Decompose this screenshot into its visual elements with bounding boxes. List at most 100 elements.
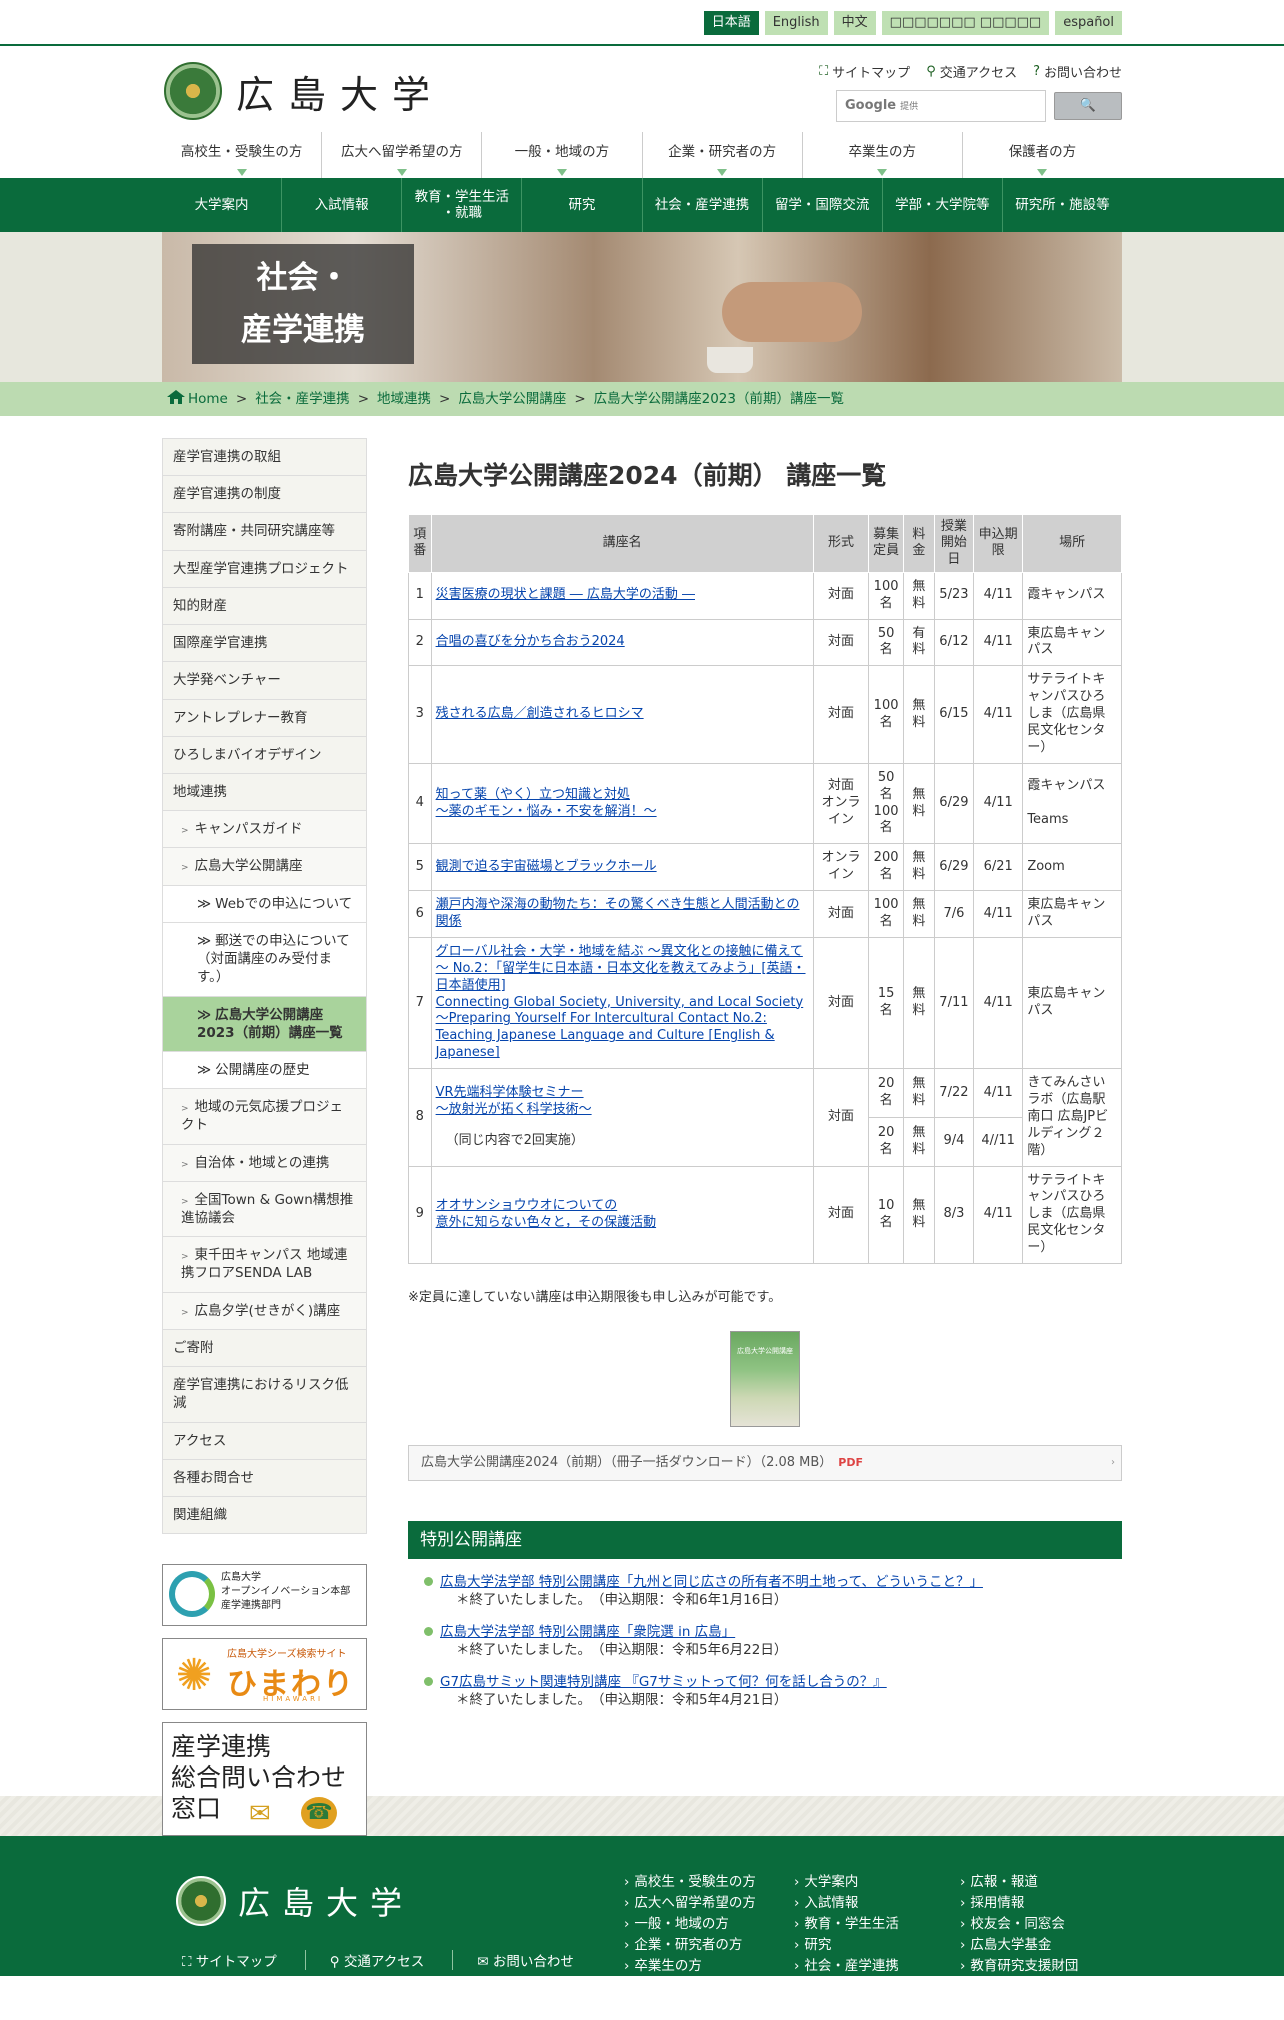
cell-fee: 無料 — [902, 1068, 935, 1118]
contact-link[interactable]: ? お問い合わせ — [1033, 62, 1122, 81]
footer-logo[interactable]: 広島大学 — [176, 1876, 414, 1926]
audience-item-2[interactable]: 一般・地域の方 — [481, 132, 641, 178]
lang-2[interactable]: 中文 — [833, 11, 876, 35]
lecture-link[interactable]: 観測で迫る宇宙磁場とブラックホール — [436, 859, 809, 876]
himawari-banner[interactable]: ✺ 広島大学シーズ検索サイト ひまわり HIMAWARI — [162, 1638, 367, 1711]
gnav-item-4[interactable]: 社会・産学連携 — [641, 178, 762, 232]
gnav-item-7[interactable]: 研究所・施設等 — [1001, 178, 1122, 232]
side-menu-item[interactable]: 国際産学官連携 — [162, 625, 367, 663]
lang-0[interactable]: 日本語 — [703, 11, 759, 35]
side-menu-item[interactable]: Webでの申込について — [162, 885, 367, 923]
side-menu-item[interactable]: キャンパスガイド — [162, 811, 367, 849]
gnav-item-1[interactable]: 入試情報 — [281, 178, 401, 232]
sitemap-link[interactable]: ⛶ サイトマップ — [819, 62, 910, 81]
gnav-item-3[interactable]: 研究 — [521, 178, 641, 232]
footer-link[interactable]: 校友会・同窓会 — [960, 1914, 1078, 1935]
breadcrumb-item-1[interactable]: 社会・産学連携 — [255, 382, 350, 416]
side-menu-item[interactable]: 郵送での申込について（対面講座のみ受付ます。） — [162, 922, 367, 997]
contact-window-banner[interactable]: 産学連携 総合問い合わせ 窓口 ✉ ☎ — [162, 1722, 367, 1837]
footer-link[interactable]: 研究 — [794, 1935, 899, 1956]
footer-link[interactable]: 大学案内 — [794, 1872, 899, 1893]
side-menu-item[interactable]: 広島大学公開講座2023（前期）講座一覧 — [162, 996, 367, 1052]
audience-item-3[interactable]: 企業・研究者の方 — [641, 132, 802, 178]
side-menu-item[interactable]: 寄附講座・共同研究講座等 — [162, 513, 367, 551]
footer-sitemap-link[interactable]: ⛶ サイトマップ — [182, 1950, 306, 1970]
side-menu-item[interactable]: ひろしまバイオデザイン — [162, 736, 367, 774]
breadcrumb-item-0[interactable]: Home — [188, 391, 228, 407]
special-lecture-link[interactable]: 広島大学法学部 特別公開講座「九州と同じ広さの所有者不明土地って、どういうこと？… — [440, 1574, 983, 1590]
side-menu-item[interactable]: 広島大学公開講座 — [162, 848, 367, 886]
gnav-item-0[interactable]: 大学案内 — [162, 178, 281, 232]
footer-link[interactable]: 採用情報 — [960, 1893, 1078, 1914]
breadcrumb-item-2[interactable]: 地域連携 — [377, 382, 431, 416]
footer-contact-link[interactable]: ✉ お問い合わせ — [477, 1950, 602, 1970]
cell-place: きてみんさいラボ（広島駅南口 広島JPビルディング２階） — [1022, 1068, 1122, 1167]
download-link[interactable]: 広島大学公開講座2024（前期）（冊子一括ダウンロード）（2.08 MB） PDF… — [408, 1445, 1122, 1482]
side-menu-item[interactable]: 産学官連携の取組 — [162, 438, 367, 477]
gnav-item-2[interactable]: 教育・学生生活 ・就職 — [401, 178, 521, 232]
side-menu-item[interactable]: ご寄附 — [162, 1329, 367, 1368]
footer-link[interactable]: 卒業生の方 — [624, 1956, 756, 1977]
side-menu-item[interactable]: アクセス — [162, 1422, 367, 1460]
footer-link[interactable]: 広島大学基金 — [960, 1935, 1078, 1956]
lang-1[interactable]: English — [764, 11, 828, 35]
lecture-link[interactable]: オオサンショウウオについての 意外に知らない色々と，その保護活動 — [436, 1198, 809, 1232]
footer-link[interactable]: 広大へ留学希望の方 — [624, 1893, 756, 1914]
booklet-cover-image[interactable]: 広島大学公開講座 — [730, 1331, 800, 1428]
side-menu-item[interactable]: 公開講座の歴史 — [162, 1051, 367, 1090]
access-link[interactable]: ⚲ 交通アクセス — [926, 62, 1017, 81]
open-innovation-banner[interactable]: 広島大学 オープンイノベーション本部 産学連携部門 — [162, 1564, 367, 1627]
footer-access-link[interactable]: ⚲ 交通アクセス — [330, 1950, 454, 1970]
audience-item-4[interactable]: 卒業生の方 — [801, 132, 962, 178]
audience-item-0[interactable]: 高校生・受験生の方 — [162, 132, 321, 178]
lecture-link[interactable]: 知って薬（やく）立つ知識と対処 ～薬のギモン・悩み・不安を解消！～ — [436, 787, 809, 821]
footer-link[interactable]: 広報・報道 — [960, 1872, 1078, 1893]
footer-link[interactable]: 教育・学生生活 — [794, 1914, 899, 1935]
search-input[interactable]: Google 提供 — [836, 90, 1046, 122]
side-menu-item[interactable]: 知的財産 — [162, 587, 367, 626]
side-menu-item[interactable]: アントレプレナー教育 — [162, 699, 367, 737]
cell-place: 霞キャンパス — [1022, 571, 1122, 620]
footer-link[interactable]: 企業・研究者の方 — [624, 1935, 756, 1956]
cell-name: オオサンショウウオについての 意外に知らない色々と，その保護活動 — [430, 1165, 814, 1265]
side-menu-item[interactable]: 各種お問合せ — [162, 1459, 367, 1497]
side-menu-item[interactable]: 東千田キャンパス 地域連携フロアSENDA LAB — [162, 1237, 367, 1293]
lecture-link[interactable]: 残される広島／創造されるヒロシマ — [436, 706, 809, 723]
breadcrumb-item-3[interactable]: 広島大学公開講座 — [458, 382, 566, 416]
breadcrumb-item-4[interactable]: 広島大学公開講座2023（前期）講座一覧 — [594, 382, 844, 416]
lecture-link[interactable]: グローバル社会・大学・地域を結ぶ ～異文化との接触に備えて～ No.2：「留学生… — [436, 944, 809, 1062]
special-lecture-link[interactable]: 広島大学法学部 特別公開講座「衆院選 in 広島」 — [440, 1624, 735, 1640]
lecture-link[interactable]: 瀬戸内海や深海の動物たち：その驚くべき生態と人間活動との関係 — [436, 897, 809, 931]
footer-link[interactable]: 教育研究支援財団 — [960, 1956, 1078, 1977]
side-menu-item[interactable]: 地域連携 — [162, 773, 367, 812]
side-menu-item[interactable]: 関連組織 — [162, 1497, 367, 1535]
side-menu-item[interactable]: 全国Town & Gown構想推進協議会 — [162, 1181, 367, 1238]
cell-name: 残される広島／創造されるヒロシマ — [430, 665, 814, 764]
search-button[interactable]: 🔍 — [1054, 92, 1122, 120]
side-menu-item[interactable]: 大学発ベンチャー — [162, 662, 367, 700]
lang-4[interactable]: español — [1055, 11, 1122, 35]
audience-item-5[interactable]: 保護者の方 — [961, 132, 1122, 178]
cell-form: 対面 — [812, 1165, 870, 1265]
footer-link[interactable]: 社会・産学連携 — [794, 1956, 899, 1977]
side-menu-item[interactable]: 大型産学官連携プロジェクト — [162, 550, 367, 588]
lecture-link[interactable]: 災害医療の現状と課題 ― 広島大学の活動 ― — [436, 587, 809, 604]
audience-item-1[interactable]: 広大へ留学希望の方 — [321, 132, 481, 178]
lang-3[interactable]: □□□□□□□ □□□□□ — [881, 11, 1050, 35]
special-lecture-link[interactable]: G7広島サミット関連特別講座 『G7サミットって何？何を話し合うの？』 — [440, 1674, 887, 1690]
cell-dead: 4/11 — [973, 1165, 1024, 1265]
lecture-link[interactable]: VR先端科学体験セミナー ～放射光が拓く科学技術～ — [436, 1085, 809, 1119]
side-menu-item[interactable]: 自治体・地域との連携 — [162, 1144, 367, 1182]
side-menu-item[interactable]: 産学官連携の制度 — [162, 476, 367, 514]
side-menu-item[interactable]: 広島夕学(せきがく)講座 — [162, 1292, 367, 1330]
lecture-link[interactable]: 合唱の喜びを分かち合おう2024 — [436, 634, 809, 651]
side-menu-item[interactable]: 産学官連携におけるリスク低減 — [162, 1367, 367, 1423]
footer-link[interactable]: 高校生・受験生の方 — [624, 1872, 756, 1893]
gnav-item-6[interactable]: 学部・大学院等 — [881, 178, 1002, 232]
footer-link[interactable]: 一般・地域の方 — [624, 1914, 756, 1935]
side-menu-item[interactable]: 地域の元気応援プロジェクト — [162, 1089, 367, 1145]
footer-link[interactable]: 入試情報 — [794, 1893, 899, 1914]
university-logo[interactable]: 広島大学 — [164, 62, 444, 120]
breadcrumb-home[interactable]: Home — [166, 382, 228, 416]
gnav-item-5[interactable]: 留学・国際交流 — [761, 178, 882, 232]
